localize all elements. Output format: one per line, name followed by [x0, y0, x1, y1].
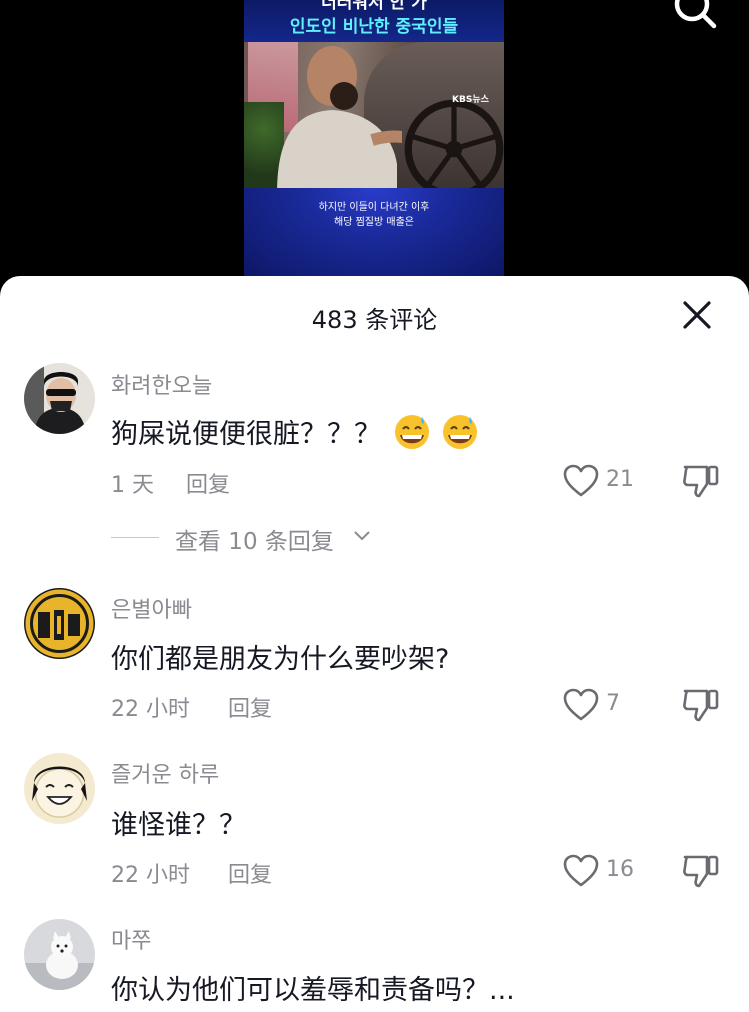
thumbs-down-icon[interactable] — [682, 852, 720, 888]
avatar[interactable] — [24, 753, 95, 824]
comment-username[interactable]: 즐거운 하루 — [111, 757, 219, 789]
comments-sheet: 483 条评论 화려한오늘 狗屎说便便很脏？？？ 1 天 回复 21 查看 10… — [0, 276, 749, 1012]
close-icon[interactable] — [680, 298, 714, 332]
grinning-sweat-emoji-icon — [443, 415, 478, 449]
video-player[interactable]: 더러워서 안 가 인도인 비난한 중국인들 KBS뉴스 하지만 이들이 다녀간 … — [0, 0, 749, 300]
video-subtitle-area: 하지만 이들이 다녀간 이후 해당 찜질방 매출은 — [244, 188, 504, 276]
thumbs-down-icon[interactable] — [682, 462, 720, 498]
divider — [111, 537, 159, 538]
video-subtitle-line2: 해당 찜질방 매출은 — [334, 217, 414, 228]
channel-logo: KBS뉴스 — [452, 95, 489, 105]
comment-username[interactable]: 마쭈 — [111, 923, 151, 955]
reply-button[interactable]: 回复 — [186, 467, 230, 499]
comment-time: 22 小时 — [111, 863, 190, 888]
view-replies-label: 查看 10 条回复 — [175, 529, 334, 555]
avatar[interactable] — [24, 363, 95, 434]
video-headline-banner: 더러워서 안 가 인도인 비난한 중국인들 — [244, 0, 504, 42]
avatar[interactable] — [24, 588, 95, 659]
video-scene: KBS뉴스 — [244, 42, 504, 188]
like-count: 16 — [606, 857, 634, 882]
video-thumbnail[interactable]: 더러워서 안 가 인도인 비난한 중국인들 KBS뉴스 하지만 이들이 다녀간 … — [244, 0, 504, 276]
comment-text: 狗屎说便便很脏？？？ — [111, 412, 478, 451]
reply-button[interactable]: 回复 — [228, 691, 272, 723]
heart-icon[interactable] — [563, 688, 599, 722]
thumbs-down-icon[interactable] — [682, 686, 720, 722]
comment-username[interactable]: 은별아빠 — [111, 592, 192, 624]
like-count: 21 — [606, 467, 634, 492]
heart-icon[interactable] — [563, 854, 599, 888]
comment-text-content: 狗屎说便便很脏？？？ — [111, 419, 381, 450]
scene-wheel — [404, 99, 504, 188]
search-icon[interactable] — [668, 0, 720, 34]
comment-text: 你们都是朋友为什么要吵架? — [111, 644, 450, 675]
comments-count-title: 483 条评论 — [311, 306, 438, 334]
avatar[interactable] — [24, 919, 95, 990]
like-count: 7 — [606, 691, 620, 716]
comment-text: 谁怪谁？？ — [111, 810, 246, 841]
comment-time: 22 小时 — [111, 697, 190, 722]
grinning-sweat-emoji-icon — [394, 415, 429, 449]
comment-text: 你认为他们可以羞辱和责备吗？... — [111, 975, 515, 1006]
chevron-down-icon — [354, 531, 370, 541]
comment-username[interactable]: 화려한오늘 — [111, 368, 212, 400]
video-subtitle-line1: 하지만 이들이 다녀간 이후 — [318, 202, 430, 213]
video-headline-main: 인도인 비난한 중국인들 — [289, 17, 459, 37]
scene-person — [277, 46, 402, 188]
heart-icon[interactable] — [563, 464, 599, 498]
comment-time: 1 天 — [111, 473, 154, 498]
reply-button[interactable]: 回复 — [228, 857, 272, 889]
